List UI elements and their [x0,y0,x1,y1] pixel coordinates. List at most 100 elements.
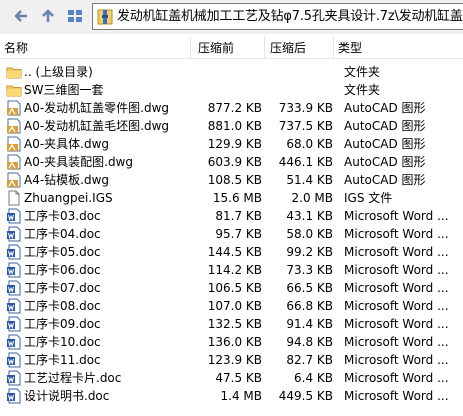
folder-icon [6,67,22,79]
file-packed-size: 2.0 MB [291,191,333,205]
file-type: Microsoft Word ... [344,317,449,331]
file-row[interactable]: 工序卡06.doc 114.2 KB 73.3 KB Microsoft Word .… [0,261,463,279]
file-size: 132.5 KB [207,317,262,331]
file-name: 工序卡08.doc [24,299,101,313]
file-row[interactable]: 设计说明书.doc 1.4 MB 449.5 KB Microsoft Word ..… [0,387,463,405]
file-packed-size: 6.4 KB [294,371,333,385]
file-type: Microsoft Word ... [344,335,449,349]
file-type: Microsoft Word ... [344,209,449,223]
column-type[interactable]: 类型 [338,34,362,59]
file-type: Microsoft Word ... [344,371,449,385]
file-type: Microsoft Word ... [344,299,449,313]
up-arrow-icon [42,9,54,22]
view-menu-button[interactable] [64,5,86,27]
file-name: 工序卡06.doc [24,263,101,277]
file-name: 工序卡04.doc [24,227,101,241]
header-divider [0,58,463,59]
file-row[interactable]: 工序卡09.doc 132.5 KB 91.4 KB Microsoft Word .… [0,315,463,333]
file-type: Microsoft Word ... [344,245,449,259]
toolbar: 发动机缸盖机械加工工艺及钻φ7.5孔夹具设计.7z\发动机缸盖机械 [0,0,463,34]
file-type: AutoCAD 图形 [344,155,426,169]
grid-view-icon [68,10,82,22]
file-name: 工序卡05.doc [24,245,101,259]
word-icon [7,280,21,296]
file-type: Microsoft Word ... [344,281,449,295]
file-size: 129.9 KB [207,137,262,151]
file-size: 123.9 KB [207,353,262,367]
word-icon [7,388,21,404]
word-icon [7,226,21,242]
file-row[interactable]: 工序卡10.doc 136.0 KB 94.8 KB Microsoft Word .… [0,333,463,351]
column-packed[interactable]: 压缩后 [270,34,306,59]
file-type: Microsoft Word ... [344,353,449,367]
file-name: A0-发动机缸盖零件图.dwg [24,101,170,115]
column-size[interactable]: 压缩前 [198,34,234,59]
file-size: 136.0 KB [207,335,262,349]
file-packed-size: 58.0 KB [286,227,333,241]
file-size: 81.7 KB [215,209,262,223]
file-row[interactable]: 工艺过程卡片.doc 47.5 KB 6.4 KB Microsoft Word ..… [0,369,463,387]
file-type: Microsoft Word ... [344,227,449,241]
file-name: A0-发动机缸盖毛坯图.dwg [24,119,170,133]
file-row[interactable]: 工序卡03.doc 81.7 KB 43.1 KB Microsoft Word ..… [0,207,463,225]
file-name: A0-夹具装配图.dwg [24,155,134,169]
file-type: AutoCAD 图形 [344,101,426,115]
column-divider[interactable] [333,36,334,58]
file-type: IGS 文件 [344,191,393,205]
file-row[interactable]: 工序卡07.doc 106.5 KB 66.5 KB Microsoft Word .… [0,279,463,297]
word-icon [7,208,21,224]
file-row[interactable]: SW三维图一套 文件夹 [0,81,463,99]
column-divider[interactable] [264,36,265,58]
word-icon [7,334,21,350]
file-row[interactable]: 工序卡05.doc 144.5 KB 99.2 KB Microsoft Word .… [0,243,463,261]
address-bar[interactable]: 发动机缸盖机械加工工艺及钻φ7.5孔夹具设计.7z\发动机缸盖机械 [92,3,463,30]
file-packed-size: 51.4 KB [286,173,333,187]
word-icon [7,298,21,314]
file-type: 文件夹 [344,83,381,97]
file-size: 1.4 MB [220,389,262,403]
file-name: 工序卡10.doc [24,335,101,349]
file-row[interactable]: .. (上级目录) 文件夹 [0,63,463,81]
back-button[interactable] [10,5,32,27]
file-row[interactable]: A0-夹具体.dwg 129.9 KB 68.0 KB AutoCAD 图形 [0,135,463,153]
file-row[interactable]: 工序卡04.doc 95.7 KB 58.0 KB Microsoft Word ..… [0,225,463,243]
file-size: 108.5 KB [207,173,262,187]
word-icon [7,244,21,260]
file-type: AutoCAD 图形 [344,119,426,133]
file-packed-size: 43.1 KB [286,209,333,223]
file-packed-size: 66.8 KB [286,299,333,313]
file-row[interactable]: 工序卡11.doc 123.9 KB 82.7 KB Microsoft Word .… [0,351,463,369]
dwg-icon [7,100,21,116]
dwg-icon [7,136,21,152]
file-row[interactable]: Zhuangpei.IGS 15.6 MB 2.0 MB IGS 文件 [0,189,463,207]
file-icon [8,190,20,206]
file-packed-size: 68.0 KB [286,137,333,151]
file-name: Zhuangpei.IGS [24,191,113,205]
file-packed-size: 737.5 KB [278,119,333,133]
file-size: 603.9 KB [207,155,262,169]
file-row[interactable]: A0-夹具装配图.dwg 603.9 KB 446.1 KB AutoCAD 图形 [0,153,463,171]
file-size: 95.7 KB [215,227,262,241]
word-icon [7,316,21,332]
file-type: Microsoft Word ... [344,263,449,277]
file-row[interactable]: A4-钻模板.dwg 108.5 KB 51.4 KB AutoCAD 图形 [0,171,463,189]
file-size: 144.5 KB [207,245,262,259]
file-packed-size: 446.1 KB [278,155,333,169]
file-row[interactable]: 工序卡08.doc 107.0 KB 66.8 KB Microsoft Word .… [0,297,463,315]
file-packed-size: 733.9 KB [278,101,333,115]
column-name[interactable]: 名称 [4,34,28,59]
column-divider[interactable] [190,36,191,58]
up-button[interactable] [37,5,59,27]
dwg-icon [7,172,21,188]
address-path: 发动机缸盖机械加工工艺及钻φ7.5孔夹具设计.7z\发动机缸盖机械 [117,9,463,24]
file-type: AutoCAD 图形 [344,173,426,187]
file-row[interactable]: A0-发动机缸盖毛坯图.dwg 881.0 KB 737.5 KB AutoCAD 图… [0,117,463,135]
file-type: AutoCAD 图形 [344,137,426,151]
file-size: 877.2 KB [207,101,262,115]
dwg-icon [7,154,21,170]
file-name: SW三维图一套 [24,83,104,97]
file-row[interactable]: A0-发动机缸盖零件图.dwg 877.2 KB 733.9 KB AutoCAD 图… [0,99,463,117]
file-size: 106.5 KB [207,281,262,295]
word-icon [7,262,21,278]
file-name: 工艺过程卡片.doc [24,371,122,385]
